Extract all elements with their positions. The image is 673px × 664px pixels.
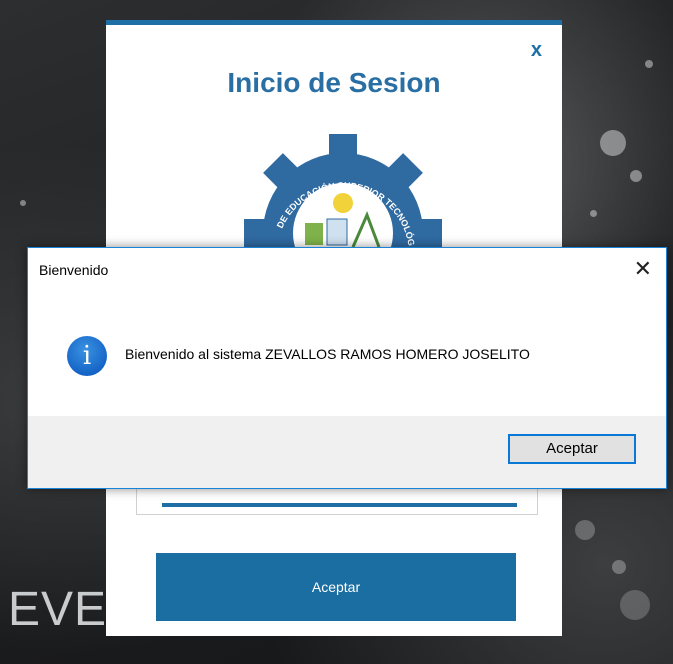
dialog-message: Bienvenido al sistema ZEVALLOS RAMOS HOM… [125, 346, 530, 362]
dialog-title: Bienvenido [39, 262, 109, 278]
dialog-close-button[interactable]: ✕ [634, 256, 652, 282]
login-accept-button[interactable]: Aceptar [156, 553, 516, 621]
dialog-footer: Aceptar [28, 416, 666, 488]
password-field[interactable] [136, 485, 538, 515]
info-icon: i [67, 336, 107, 376]
background-brand-text: EVE [8, 583, 108, 636]
login-close-button[interactable]: x [531, 39, 542, 62]
dialog-ok-button[interactable]: Aceptar [508, 434, 636, 464]
password-underline [162, 503, 517, 507]
login-title: Inicio de Sesion [227, 67, 441, 98]
welcome-dialog: Bienvenido ✕ i Bienvenido al sistema ZEV… [27, 247, 667, 489]
